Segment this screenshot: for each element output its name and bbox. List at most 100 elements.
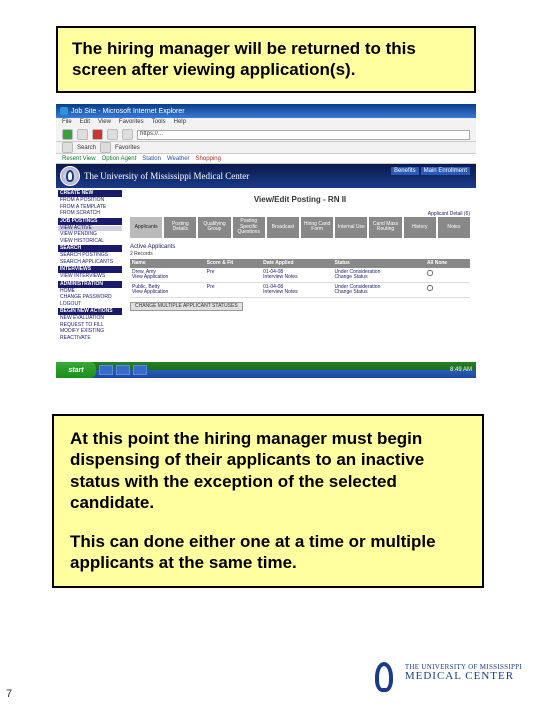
sb-lnk-2-1[interactable]: SEARCH APPLICANTS: [58, 260, 122, 266]
taskbar-task-3[interactable]: [133, 365, 147, 375]
sb-lnk-5-3[interactable]: REACTIVATE: [58, 336, 122, 342]
link-1[interactable]: Resent View: [62, 156, 96, 162]
row1-checkbox[interactable]: [427, 285, 433, 291]
sb-lnk-1-1[interactable]: VIEW PENDING: [58, 232, 122, 238]
col-date: Date Applied: [261, 259, 332, 268]
banner-btn-2[interactable]: Main Enrollment: [421, 167, 470, 175]
favorites-icon[interactable]: [100, 142, 111, 153]
sb-hdr-4: ADMINISTRATION: [58, 281, 122, 288]
link-3[interactable]: Station: [142, 156, 161, 162]
tb-search-label[interactable]: Search: [77, 145, 96, 151]
tab-qual-group[interactable]: Qualifying Group: [198, 217, 230, 238]
banner-text: The University of Mississippi Medical Ce…: [84, 172, 249, 181]
sb-hdr-5: BEGIN NEW ACTIONS: [58, 308, 122, 315]
row1-int-notes[interactable]: Interview Notes: [263, 289, 297, 295]
tab-notes[interactable]: Notes: [438, 217, 470, 238]
sb-lnk-2-0[interactable]: SEARCH POSTINGS: [58, 253, 122, 259]
taskbar: start 8:49 AM: [56, 362, 476, 378]
menu-tools[interactable]: Tools: [152, 119, 166, 127]
sb-lnk-4-1[interactable]: CHANGE PASSWORD: [58, 295, 122, 301]
sidebar: CREATE NEW FROM A POSITION FROM A TEMPLA…: [56, 188, 124, 362]
callout-bottom-p2: This can done either one at a time or mu…: [70, 531, 466, 574]
sb-lnk-1-2[interactable]: VIEW HISTORICAL: [58, 239, 122, 245]
posting-title: View/Edit Posting - RN II: [130, 192, 470, 212]
col-allnone: All None: [425, 259, 470, 268]
row0-int-notes[interactable]: Interview Notes: [263, 274, 297, 280]
content: View/Edit Posting - RN II Applicant Deta…: [124, 188, 476, 362]
logo-line2: MEDICAL CENTER: [405, 671, 522, 682]
applicants-table: Name Score & Fit Date Applied Status All…: [130, 259, 470, 298]
body-row: CREATE NEW FROM A POSITION FROM A TEMPLA…: [56, 188, 476, 362]
tab-posting-q[interactable]: Posting Specific Questions: [233, 217, 265, 238]
umc-logo-icon: [373, 654, 399, 692]
tab-history[interactable]: History: [404, 217, 436, 238]
banner: The University of Mississippi Medical Ce…: [56, 164, 476, 188]
sb-lnk-0-0[interactable]: FROM A POSITION: [58, 198, 122, 204]
sb-lnk-5-2[interactable]: MODIFY EXISTING: [58, 329, 122, 335]
search-icon[interactable]: [62, 142, 73, 153]
umc-seal-icon: [60, 166, 80, 186]
link-4[interactable]: Weather: [167, 156, 190, 162]
sb-hdr-2: SEARCH: [58, 245, 122, 252]
stop-button-icon[interactable]: [92, 129, 103, 140]
menu-help[interactable]: Help: [174, 119, 186, 127]
row0-score: Pre: [205, 268, 261, 283]
links-bar: Resent View Option Agent Station Weather…: [56, 154, 476, 164]
row1-view-app[interactable]: View Application: [132, 289, 168, 295]
tb-fav-label[interactable]: Favorites: [115, 145, 140, 151]
link-2[interactable]: Option Agent: [102, 156, 137, 162]
forward-button-icon[interactable]: [77, 129, 88, 140]
active-applicants-header: Active Applicants: [130, 244, 470, 250]
sb-lnk-5-0[interactable]: NEW EVALUATION: [58, 316, 122, 322]
tabs: Applicants Posting Details Qualifying Gr…: [130, 217, 470, 238]
link-5[interactable]: Shopping: [196, 156, 221, 162]
col-status: Status: [332, 259, 424, 268]
footer-logo: THE UNIVERSITY OF MISSISSIPPI MEDICAL CE…: [373, 654, 522, 692]
row1-score: Pre: [205, 282, 261, 297]
menu-favorites[interactable]: Favorites: [119, 119, 144, 127]
records-count: 2 Records: [130, 252, 470, 257]
refresh-button-icon[interactable]: [107, 129, 118, 140]
back-button-icon[interactable]: [62, 129, 73, 140]
row0-change[interactable]: Change Status: [334, 274, 367, 280]
taskbar-task-1[interactable]: [99, 365, 113, 375]
sb-hdr-3: INTERVIEWS: [58, 266, 122, 273]
address-bar[interactable]: https://...: [137, 130, 470, 140]
system-tray: 8:49 AM: [450, 367, 472, 373]
change-multiple-button[interactable]: CHANGE MULTIPLE APPLICANT STATUSES: [130, 302, 243, 311]
menu-edit[interactable]: Edit: [80, 119, 90, 127]
callout-top-text: The hiring manager will be returned to t…: [72, 39, 416, 79]
table-row: Drew, AmyView Application Pre 01-04-08In…: [130, 268, 470, 283]
row0-checkbox[interactable]: [427, 270, 433, 276]
banner-btn-1[interactable]: Benefits: [391, 167, 419, 175]
tab-mass-routing[interactable]: Cand Mass Routing: [369, 217, 401, 238]
sb-lnk-0-2[interactable]: FROM SCRATCH: [58, 211, 122, 217]
tab-posting-details[interactable]: Posting Details: [164, 217, 196, 238]
col-name: Name: [130, 259, 205, 268]
ie-menu-bar: File Edit View Favorites Tools Help: [56, 118, 476, 128]
col-score: Score & Fit: [205, 259, 261, 268]
ie-screenshot: Job Site - Microsoft Internet Explorer F…: [56, 104, 476, 378]
tab-hiring-cand[interactable]: Hiring Cand Form: [301, 217, 333, 238]
row0-view-app[interactable]: View Application: [132, 274, 168, 280]
tray-time: 8:49 AM: [450, 367, 472, 373]
ie-title-text: Job Site - Microsoft Internet Explorer: [71, 108, 185, 115]
callout-bottom: At this point the hiring manager must be…: [52, 414, 484, 588]
ie-icon: [60, 107, 68, 115]
sb-lnk-4-2[interactable]: LOGOUT: [58, 302, 122, 308]
ie-title-bar: Job Site - Microsoft Internet Explorer: [56, 104, 476, 118]
tab-internal[interactable]: Internal Use: [335, 217, 367, 238]
menu-view[interactable]: View: [98, 119, 111, 127]
page-body: The University of Mississippi Medical Ce…: [56, 164, 476, 362]
menu-file[interactable]: File: [62, 119, 72, 127]
sb-lnk-3-0[interactable]: VIEW INTERVIEWS: [58, 274, 122, 280]
row1-change[interactable]: Change Status: [334, 289, 367, 295]
tab-broadcast[interactable]: Broadcast: [267, 217, 299, 238]
taskbar-task-2[interactable]: [116, 365, 130, 375]
ie-toolbar: https://...: [56, 128, 476, 142]
start-button[interactable]: start: [56, 362, 96, 378]
table-row: Public, BettyView Application Pre 01-04-…: [130, 282, 470, 297]
home-button-icon[interactable]: [122, 129, 133, 140]
tab-applicants[interactable]: Applicants: [130, 217, 162, 238]
ie-toolbar-2: Search Favorites: [56, 142, 476, 154]
